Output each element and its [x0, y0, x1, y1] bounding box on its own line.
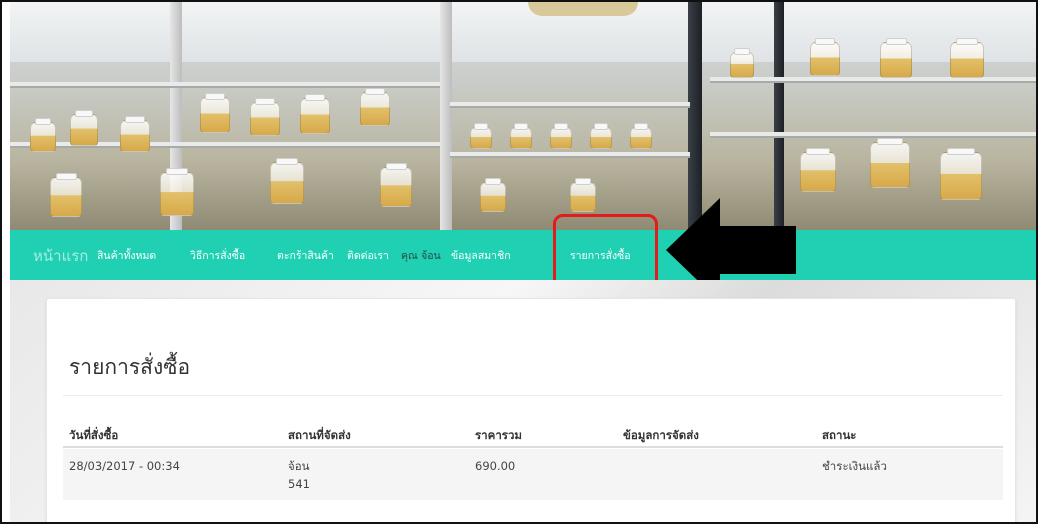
- hero-banner-image: [10, 2, 1036, 230]
- banner-jar: [200, 93, 230, 133]
- banner-jar: [730, 48, 754, 78]
- banner-jar: [380, 163, 412, 207]
- order-status: ชำระเงินแล้ว: [822, 459, 887, 473]
- banner-logo: [528, 2, 638, 16]
- nav-item-member-info[interactable]: ข้อมูลสมาชิก: [451, 247, 511, 264]
- banner-shelf: [710, 132, 1036, 138]
- banner-jar: [950, 38, 984, 78]
- banner-jar: [470, 123, 492, 149]
- banner-shelf: [710, 77, 1036, 83]
- nav-item-cart[interactable]: ตะกร้าสินค้า: [277, 247, 334, 264]
- order-date: 28/03/2017 - 00:34: [69, 459, 180, 473]
- banner-jar: [270, 158, 304, 204]
- nav-item-how-to-order[interactable]: วิธีการสั่งซื้อ: [190, 247, 245, 264]
- order-total: 690.00: [475, 459, 516, 473]
- nav-item-home[interactable]: หน้าแรก: [33, 244, 88, 268]
- banner-jar: [30, 118, 56, 152]
- banner-shelf-post: [688, 2, 702, 230]
- order-recipient: จ้อน: [288, 459, 310, 473]
- banner-jar: [940, 148, 982, 200]
- table-header-status: สถานะ: [822, 428, 857, 442]
- table-header-date: วันที่สั่งซื้อ: [69, 428, 119, 442]
- banner-jar: [510, 123, 532, 149]
- banner-jar: [160, 168, 194, 216]
- screenshot-frame: หน้าแรก สินค้าทั้งหมด วิธีการสั่งซื้อ ตะ…: [0, 0, 1038, 524]
- table-header-line: [63, 446, 1003, 448]
- banner-jar: [480, 178, 506, 212]
- page-title: รายการสั่งซื้อ: [69, 355, 191, 379]
- banner-shelf: [450, 102, 690, 108]
- banner-shelf-post: [440, 2, 452, 230]
- banner-jar: [590, 123, 612, 149]
- table-header-shipping-info: ข้อมูลการจัดส่ง: [623, 428, 699, 442]
- order-address: 541: [288, 477, 310, 491]
- nav-item-contact[interactable]: ติดต่อเรา: [347, 247, 389, 264]
- banner-jar: [630, 123, 652, 149]
- banner-jar: [800, 148, 836, 192]
- banner-jar: [550, 123, 572, 149]
- banner-jar: [120, 116, 150, 152]
- banner-jar: [300, 94, 330, 134]
- nav-user-name: คุณ จ้อน: [401, 250, 441, 262]
- banner-jar: [880, 38, 912, 78]
- title-divider: [63, 395, 1003, 396]
- banner-jar: [360, 88, 390, 126]
- banner-jar: [70, 110, 98, 146]
- banner-jar: [810, 38, 840, 76]
- main-navbar: หน้าแรก สินค้าทั้งหมด วิธีการสั่งซื้อ ตะ…: [10, 230, 1036, 280]
- banner-jar: [570, 178, 596, 212]
- table-row: [63, 449, 1003, 500]
- nav-item-all-products[interactable]: สินค้าทั้งหมด: [97, 247, 156, 264]
- table-header-total: ราคารวม: [475, 428, 522, 442]
- order-list-card: รายการสั่งซื้อ วันที่สั่งซื้อ สถานที่จัด…: [46, 298, 1016, 522]
- banner-jar: [250, 98, 280, 136]
- banner-shelf-post: [774, 2, 784, 230]
- banner-jar: [50, 173, 82, 217]
- banner-jar: [870, 138, 910, 188]
- table-header-address: สถานที่จัดส่ง: [288, 428, 351, 442]
- banner-shelf: [450, 152, 690, 158]
